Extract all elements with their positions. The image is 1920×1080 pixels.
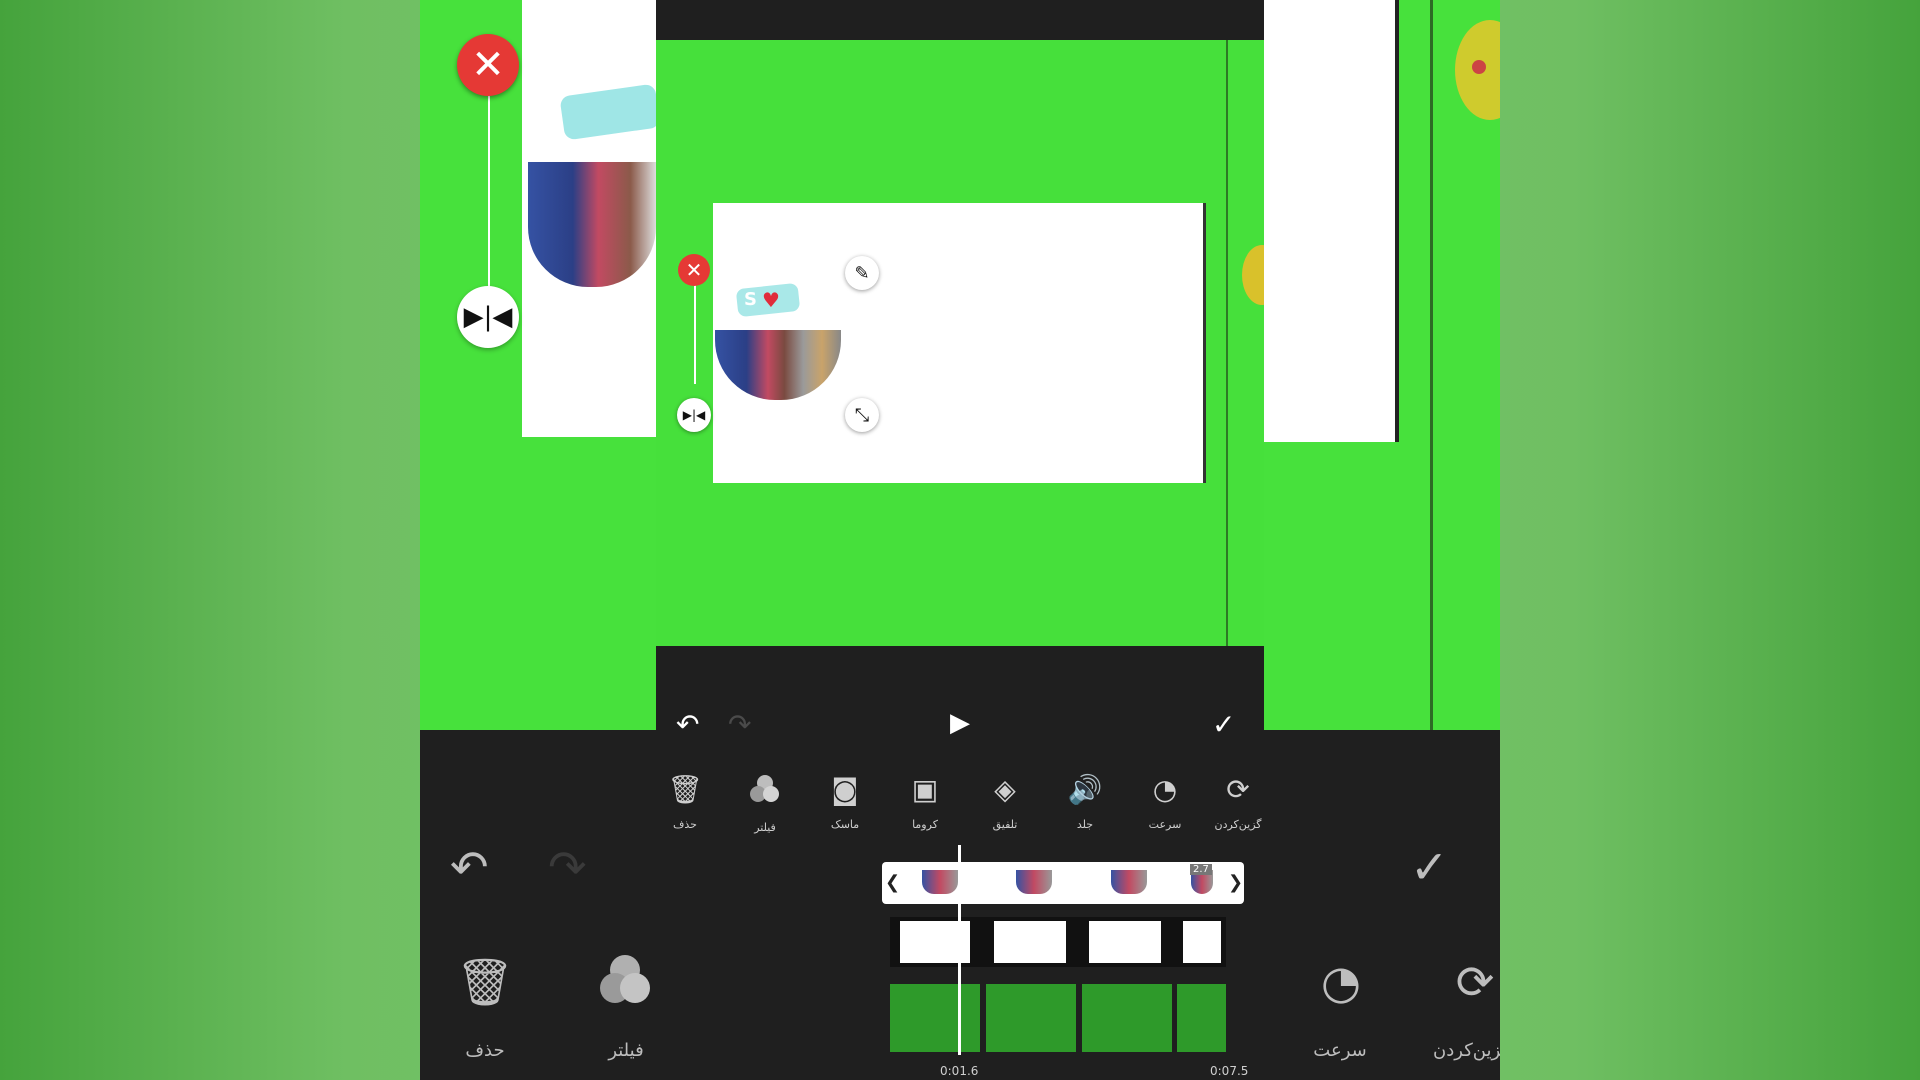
edit-pencil-icon[interactable]: ✎ — [845, 256, 879, 290]
editor-dialog: S ♥ ✕ ▶|◀ ✎ ⤡ ↶ ↷ ▶ ✓ 🗑 حذف فیلتر ◙ ماسک… — [656, 0, 1264, 1080]
tool-delete[interactable]: 🗑 حذف — [653, 772, 717, 831]
trim-right-chevron-icon[interactable]: ❯ — [1228, 872, 1243, 893]
white-frame — [1089, 921, 1161, 963]
white-frame — [994, 921, 1066, 963]
tool-mask[interactable]: ◙ ماسک — [813, 772, 877, 831]
video-preview[interactable]: S ♥ ✕ ▶|◀ ✎ ⤡ — [656, 40, 1264, 646]
trash-icon: 🗑 — [667, 773, 703, 806]
green-frame — [986, 984, 1076, 1052]
tool-chroma-label: کروما — [912, 818, 938, 831]
background-trash-icon: 🗑 — [455, 955, 515, 1009]
background-close-icon: ✕ — [457, 34, 519, 96]
tool-delete-label: حذف — [673, 818, 697, 831]
total-time: 0:07.5 — [1210, 1064, 1249, 1078]
flip-sticker-icon[interactable]: ▶|◀ — [677, 398, 711, 432]
background-undo-icon: ↶ — [450, 840, 489, 894]
trim-left-chevron-icon[interactable]: ❮ — [885, 872, 900, 893]
background-emoji-dot — [1472, 60, 1486, 74]
preview-frame-line — [1226, 40, 1228, 646]
tool-replace-label: گزین‌کردن — [1214, 818, 1262, 831]
current-time: 0:01.6 — [940, 1064, 979, 1078]
green-frame — [1082, 984, 1172, 1052]
playhead[interactable] — [958, 845, 961, 1055]
remove-sticker-close-icon[interactable]: ✕ — [678, 254, 710, 286]
speed-icon: ◔ — [1152, 773, 1178, 806]
replace-icon: ⟳ — [1226, 773, 1250, 806]
volume-icon: 🔊 — [1067, 773, 1103, 806]
background-filter-icon — [600, 955, 656, 1011]
play-icon[interactable]: ▶ — [950, 708, 970, 738]
tool-speed-label: سرعت — [1148, 818, 1182, 831]
background-replace-label: گزین‌کردن — [1433, 1040, 1500, 1061]
tool-blend-label: تلفیق — [992, 818, 1018, 831]
filter-icon — [733, 775, 797, 811]
sticker-letter: S — [744, 289, 757, 310]
tool-filter-label: فیلتر — [754, 821, 776, 834]
background-white-overlay-right — [1263, 0, 1399, 442]
clip-thumbnail — [1016, 870, 1052, 894]
background-redo-icon: ↷ — [548, 840, 587, 894]
background-delete-label: حذف — [465, 1040, 505, 1061]
confirm-check-icon[interactable]: ✓ — [1212, 708, 1235, 741]
selection-handle-line — [694, 274, 696, 384]
tool-blend[interactable]: ◈ تلفیق — [973, 772, 1037, 831]
redo-icon[interactable]: ↷ — [728, 708, 751, 741]
clip-thumbnail — [922, 870, 958, 894]
clip-duration-badge: 2.7 — [1190, 864, 1212, 875]
tool-volume-label: جلد — [1076, 818, 1094, 831]
white-frame — [1183, 921, 1221, 963]
background-replace-icon: ⟳ — [1455, 955, 1495, 1009]
background-handle-line — [488, 95, 490, 290]
tool-mask-label: ماسک — [830, 818, 860, 831]
blend-icon: ◈ — [994, 773, 1016, 806]
tool-chroma[interactable]: ▣ کروما — [893, 772, 957, 831]
green-frame — [1177, 984, 1226, 1052]
tool-replace[interactable]: ⟳ گزین‌کردن — [1206, 772, 1270, 831]
background-flip-icon: ▶|◀ — [457, 286, 519, 348]
background-speed-label: سرعت — [1313, 1040, 1367, 1061]
preview-emoji-sticker — [1242, 245, 1264, 305]
background-frame-line — [1430, 0, 1433, 730]
mask-icon: ◙ — [831, 773, 859, 806]
clip-thumbnail — [1111, 870, 1147, 894]
chroma-icon: ▣ — [911, 773, 939, 806]
green-frame — [890, 984, 980, 1052]
tool-filter[interactable]: فیلتر — [733, 772, 797, 834]
background-confirm-icon: ✓ — [1410, 840, 1449, 894]
resize-handle-icon[interactable]: ⤡ — [845, 398, 879, 432]
background-sticker-image — [528, 162, 656, 287]
undo-icon[interactable]: ↶ — [676, 708, 699, 741]
heart-icon: ♥ — [762, 288, 780, 312]
background-speed-icon: ◔ — [1320, 955, 1362, 1009]
tool-speed[interactable]: ◔ سرعت — [1133, 772, 1197, 831]
tool-volume[interactable]: 🔊 جلد — [1053, 772, 1117, 831]
